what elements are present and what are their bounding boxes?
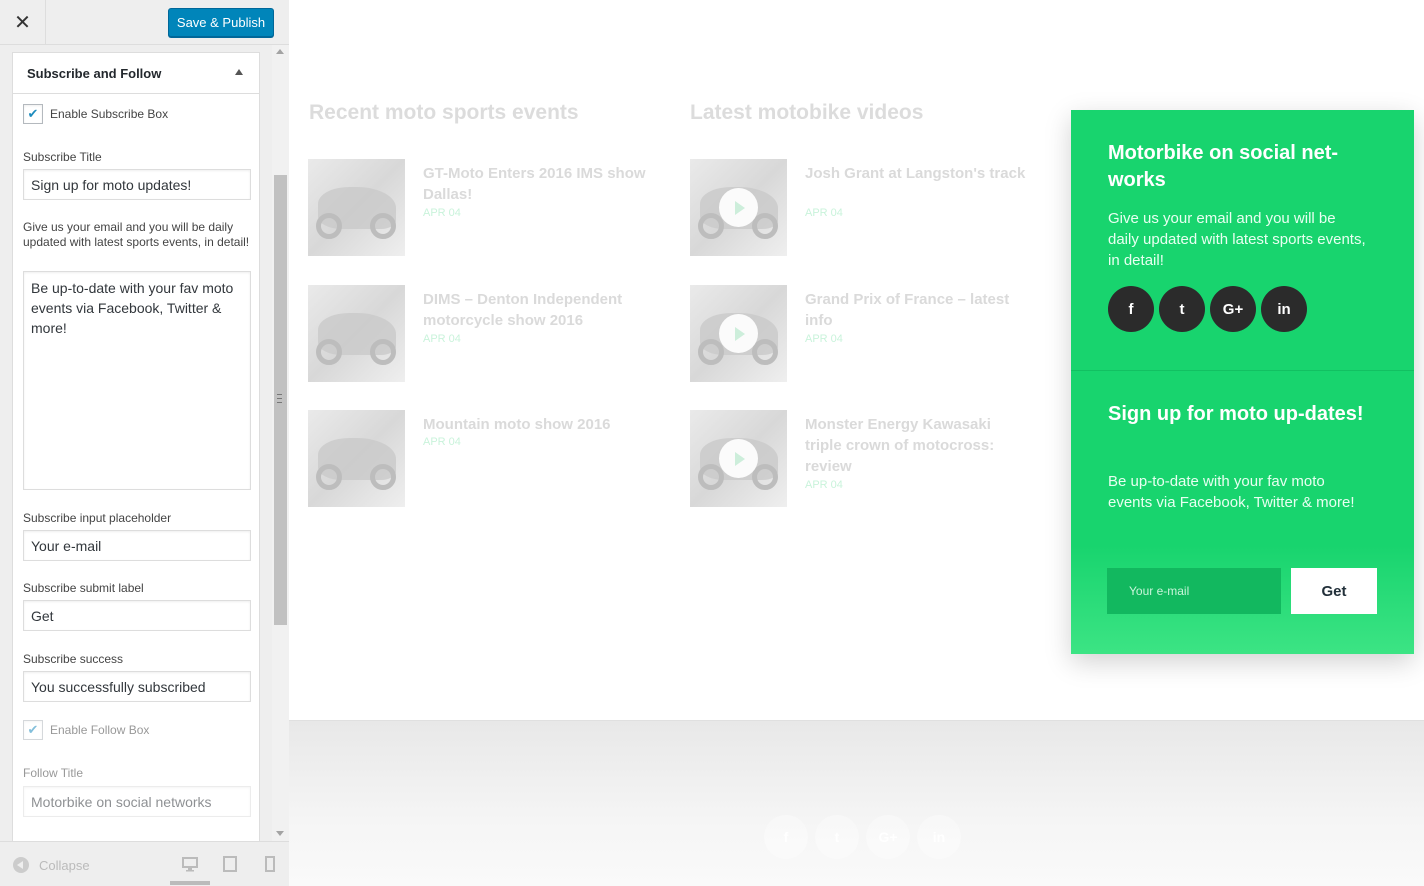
subscribe-text-textarea[interactable]: Be up-to-date with your fav moto events … <box>23 271 251 490</box>
post-date: APR 04 <box>423 333 461 345</box>
post-title[interactable]: Grand Prix of France – latest info <box>805 289 1030 331</box>
recent-events-title: Recent moto sports events <box>309 101 579 124</box>
customizer-window: ✕ Save & Publish Subscribe and Follow ✔ … <box>0 0 1424 886</box>
sidebar-header: ✕ Save & Publish <box>0 0 289 45</box>
google-plus-icon[interactable]: G+ <box>1210 286 1256 332</box>
list-item[interactable]: Mountain moto show 2016 APR 04 <box>308 410 648 510</box>
site-preview: Recent moto sports events Latest motobik… <box>289 0 1424 886</box>
customizer-sidebar: ✕ Save & Publish Subscribe and Follow ✔ … <box>0 0 289 886</box>
tablet-icon[interactable] <box>222 856 238 872</box>
subscribe-title-input[interactable]: Sign up for moto updates! <box>23 169 251 200</box>
twitter-icon[interactable]: t <box>1159 286 1205 332</box>
resize-grip-icon[interactable] <box>277 394 282 403</box>
post-date: APR 04 <box>805 333 843 345</box>
post-date: APR 04 <box>805 479 843 491</box>
enable-follow-checkbox[interactable]: ✔ <box>23 720 43 740</box>
chevron-up-icon[interactable] <box>235 69 243 75</box>
post-title[interactable]: Monster Energy Kawasaki triple crown of … <box>805 414 1030 477</box>
enable-subscribe-row: ✔ Enable Subscribe Box <box>23 104 168 124</box>
subscribe-text-label: Give us your email and you will be daily… <box>23 220 250 249</box>
subscribe-follow-widget: Motorbike on social net-works Give us yo… <box>1071 110 1414 654</box>
save-publish-button[interactable]: Save & Publish <box>168 8 274 37</box>
submit-label-label: Subscribe submit label <box>23 581 144 595</box>
latest-videos-title: Latest motobike videos <box>690 101 924 124</box>
get-button[interactable]: Get <box>1291 568 1377 614</box>
post-thumbnail[interactable] <box>308 159 405 256</box>
scroll-down-icon[interactable] <box>276 831 284 836</box>
subscribe-text: Be up-to-date with your fav moto events … <box>1108 473 1355 511</box>
play-icon[interactable] <box>719 439 758 478</box>
enable-subscribe-label: Enable Subscribe Box <box>50 107 169 121</box>
follow-text: Give us your email and you will be daily… <box>1108 210 1366 269</box>
active-device-indicator <box>170 881 210 885</box>
scroll-up-icon[interactable] <box>276 49 284 54</box>
video-thumbnail[interactable] <box>690 285 787 382</box>
section-body: ✔ Enable Subscribe Box Subscribe Title S… <box>12 94 260 841</box>
enable-follow-row: ✔ Enable Follow Box <box>23 720 149 740</box>
success-label: Subscribe success <box>23 652 124 666</box>
submit-label-input[interactable]: Get <box>23 600 251 631</box>
google-plus-icon[interactable]: G+ <box>866 815 910 859</box>
list-item[interactable]: GT-Moto Enters 2016 IMS show Dallas! APR… <box>308 159 648 259</box>
post-thumbnail[interactable] <box>308 285 405 382</box>
twitter-icon[interactable]: t <box>815 815 859 859</box>
linkedin-icon[interactable]: in <box>917 815 961 859</box>
section-title-subscribe-follow[interactable]: Subscribe and Follow <box>12 52 260 94</box>
collapse-label: Collapse <box>39 857 90 873</box>
widget-divider <box>1071 370 1414 371</box>
post-date: APR 04 <box>805 207 843 219</box>
follow-title: Motorbike on social net-works <box>1108 142 1339 191</box>
post-title[interactable]: DIMS – Denton Independent motorcycle sho… <box>423 289 648 331</box>
mobile-icon[interactable] <box>262 856 278 872</box>
site-footer: f t G+ in <box>289 720 1424 886</box>
subscribe-title-label: Subscribe Title <box>23 150 102 164</box>
email-input[interactable]: Your e-mail <box>1107 568 1281 614</box>
sidebar-footer: Collapse <box>0 841 289 886</box>
collapse-icon <box>13 857 29 873</box>
play-icon[interactable] <box>719 314 758 353</box>
video-thumbnail[interactable] <box>690 159 787 256</box>
section-title-label: Subscribe and Follow <box>27 65 162 81</box>
facebook-icon[interactable]: f <box>1108 286 1154 332</box>
post-title[interactable]: Mountain moto show 2016 <box>423 414 648 435</box>
sidebar-controls: Subscribe and Follow ✔ Enable Subscribe … <box>0 45 289 841</box>
collapse-button[interactable]: Collapse <box>13 857 90 873</box>
post-title[interactable]: GT-Moto Enters 2016 IMS show Dallas! <box>423 163 648 205</box>
list-item[interactable]: Monster Energy Kawasaki triple crown of … <box>690 410 1030 510</box>
placeholder-label: Subscribe input placeholder <box>23 511 172 525</box>
close-icon[interactable]: ✕ <box>0 0 46 45</box>
follow-title-label: Follow Title <box>23 766 84 780</box>
success-input[interactable]: You successfully subscribed <box>23 671 251 702</box>
enable-follow-label: Enable Follow Box <box>50 723 150 737</box>
subscribe-title: Sign up for moto up-dates! <box>1108 403 1364 425</box>
list-item[interactable]: DIMS – Denton Independent motorcycle sho… <box>308 285 648 385</box>
desktop-icon[interactable] <box>182 856 198 872</box>
play-icon[interactable] <box>719 188 758 227</box>
post-title[interactable]: Josh Grant at Langston's track <box>805 163 1030 184</box>
linkedin-icon[interactable]: in <box>1261 286 1307 332</box>
post-date: APR 04 <box>423 436 461 448</box>
post-thumbnail[interactable] <box>308 410 405 507</box>
placeholder-input[interactable]: Your e-mail <box>23 530 251 561</box>
list-item[interactable]: Josh Grant at Langston's track APR 04 <box>690 159 1030 259</box>
post-date: APR 04 <box>423 207 461 219</box>
list-item[interactable]: Grand Prix of France – latest info APR 0… <box>690 285 1030 385</box>
enable-subscribe-checkbox[interactable]: ✔ <box>23 104 43 124</box>
facebook-icon[interactable]: f <box>764 815 808 859</box>
video-thumbnail[interactable] <box>690 410 787 507</box>
follow-title-input[interactable]: Motorbike on social networks <box>23 786 251 817</box>
